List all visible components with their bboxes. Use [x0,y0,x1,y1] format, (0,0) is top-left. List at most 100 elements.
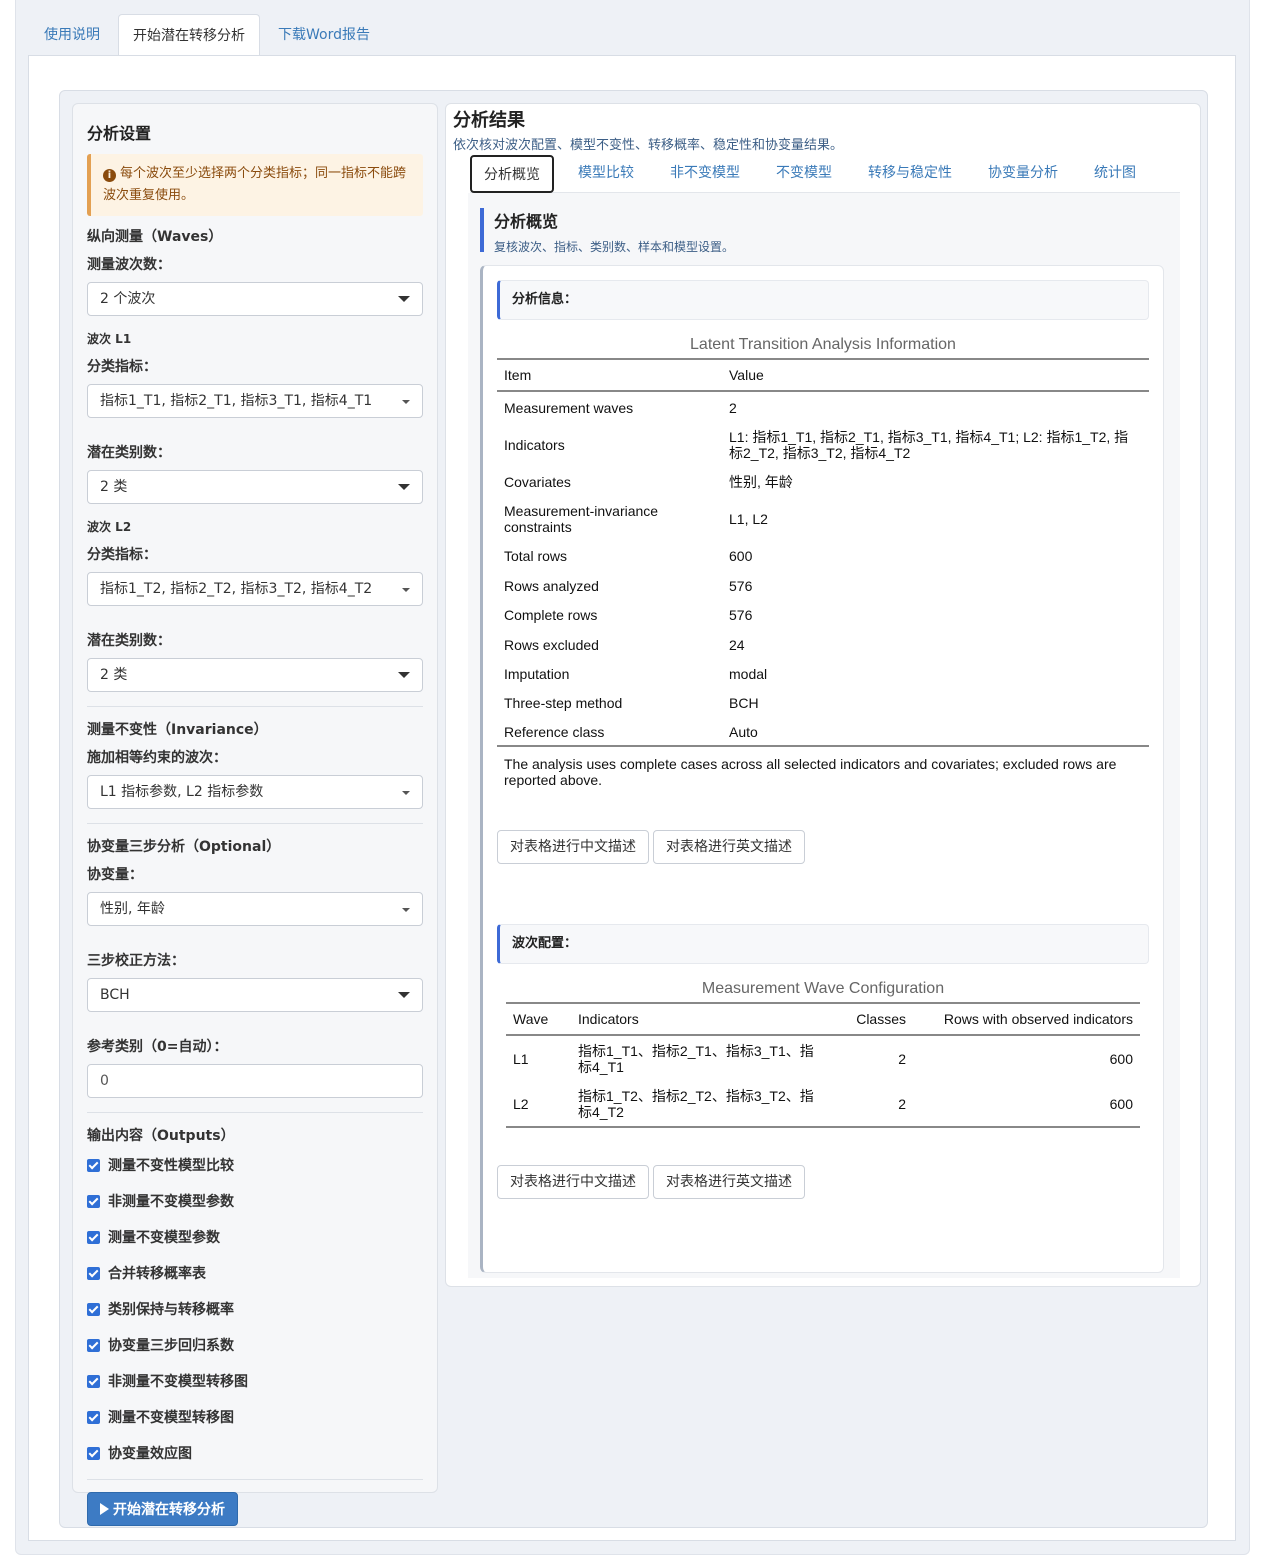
tab-noninvariant-model[interactable]: 非不变模型 [652,155,758,193]
checkbox-checked-icon[interactable] [87,1303,100,1316]
output-checkbox-5[interactable]: 协变量三步回归系数 [87,1335,423,1371]
chevron-down-icon [402,400,410,404]
chevron-down-icon [398,484,410,490]
wave-count-select[interactable]: 2 个波次 [87,282,423,316]
table-cell: L1, L2 [729,511,768,527]
top-tab-bar: 使用说明 开始潜在转移分析 下载Word报告 [30,14,384,56]
tab-model-comparison[interactable]: 模型比较 [560,155,652,193]
table-cell: Total rows [504,548,568,564]
tab-usage[interactable]: 使用说明 [30,14,114,56]
output-label: 非测量不变模型转移图 [108,1374,248,1390]
wave1-classes-label: 潜在类别数： [87,445,171,461]
output-checkbox-2[interactable]: 测量不变模型参数 [87,1227,423,1263]
tab-download-word[interactable]: 下载Word报告 [264,14,384,56]
overview-header: 分析概览 复核波次、指标、类别数、样本和模型设置。 [480,208,1170,254]
column-header: Item [497,358,722,392]
table-cell: 指标1_T1、指标2_T1、指标3_T1、指标4_T1 [578,1042,814,1075]
covariate-section-title: 协变量三步分析（Optional） [87,839,281,855]
table-row: Measurement-invariance constraints L1, L2 [497,497,1149,541]
table-cell: Rows analyzed [504,577,599,594]
wave2-label: 波次 L2 [87,520,132,534]
wave1-label: 波次 L1 [87,332,132,346]
output-checkbox-1[interactable]: 非测量不变模型参数 [87,1191,423,1227]
column-header: Value [722,358,1149,392]
column-header: Classes [833,1002,913,1036]
table-cell: 576 [729,577,753,594]
checkbox-checked-icon[interactable] [87,1267,100,1280]
wave-table: Wave Indicators Classes Rows with observ… [506,1002,1140,1128]
wave-table-caption: Measurement Wave Configuration [701,980,945,997]
tab-invariant-model[interactable]: 不变模型 [758,155,850,193]
table-header-row: Item Value [497,358,1149,392]
table-row: Measurement waves 2 [497,391,1149,423]
wave2-indicators-value: 指标1_T2, 指标2_T2, 指标3_T2, 指标4_T2 [100,581,373,597]
output-label: 非测量不变模型参数 [108,1194,234,1210]
table-cell: Indicators [504,437,565,453]
table-cell: 576 [729,607,753,623]
info-icon: i [103,169,116,182]
tab-overview[interactable]: 分析概览 [470,155,554,193]
method-label: 三步校正方法： [87,953,185,969]
describe-chinese-button[interactable]: 对表格进行中文描述 [497,1165,649,1199]
column-header: Wave [506,1002,571,1036]
table-cell: Auto [722,718,1149,747]
table-cell: BCH [729,695,759,711]
divider [87,823,423,824]
checkbox-checked-icon[interactable] [87,1375,100,1388]
wave2-indicators-select[interactable]: 指标1_T2, 指标2_T2, 指标3_T2, 指标4_T2 [87,572,423,606]
invariance-select[interactable]: L1 指标参数, L2 指标参数 [87,775,423,809]
table-cell: 600 [913,1081,1140,1128]
play-icon [100,1503,109,1515]
checkbox-checked-icon[interactable] [87,1339,100,1352]
checkbox-checked-icon[interactable] [87,1159,100,1172]
chevron-down-icon [398,296,410,302]
table-cell: L1 [513,1050,529,1067]
wave2-classes-value: 2 类 [100,667,128,683]
wave1-classes-select[interactable]: 2 类 [87,470,423,504]
wave-count-value: 2 个波次 [100,291,156,307]
results-subtitle: 依次核对波次配置、模型不变性、转移概率、稳定性和协变量结果。 [453,138,844,153]
output-label: 协变量效应图 [108,1446,192,1462]
results-tabs: 分析概览 模型比较 非不变模型 不变模型 转移与稳定性 协变量分析 统计图 [470,155,1180,193]
describe-english-button[interactable]: 对表格进行英文描述 [653,830,805,864]
divider [87,1112,423,1113]
overview-pane: 分析概览 复核波次、指标、类别数、样本和模型设置。 分析信息： Latent T… [468,193,1180,1278]
waves-section-title: 纵向测量（Waves） [87,229,223,245]
output-checkbox-7[interactable]: 测量不变模型转移图 [87,1407,423,1443]
analysis-panel: 分析设置 i 每个波次至少选择两个分类指标；同一指标不能跨波次重复使用。 纵向测量… [59,90,1208,1528]
describe-chinese-button[interactable]: 对表格进行中文描述 [497,830,649,864]
table-cell: L2 [506,1081,571,1128]
tab-start-analysis[interactable]: 开始潜在转移分析 [118,14,260,56]
results-title: 分析结果 [453,110,525,131]
table-cell: Rows excluded [504,636,599,653]
output-checkbox-8[interactable]: 协变量效应图 [87,1443,423,1479]
tab-plots[interactable]: 统计图 [1076,155,1154,193]
table-cell: 2 [833,1081,913,1128]
run-analysis-button[interactable]: 开始潜在转移分析 [87,1492,238,1526]
checkbox-checked-icon[interactable] [87,1411,100,1424]
output-checkbox-0[interactable]: 测量不变性模型比较 [87,1155,423,1191]
tab-transition-stability[interactable]: 转移与稳定性 [850,155,970,193]
method-select[interactable]: BCH [87,978,423,1012]
checkbox-checked-icon[interactable] [87,1231,100,1244]
wave2-classes-label: 潜在类别数： [87,633,171,649]
covariate-select[interactable]: 性别, 年龄 [87,892,423,926]
output-checkbox-3[interactable]: 合并转移概率表 [87,1263,423,1299]
table-cell: Measurement waves [504,399,634,416]
wave-section-header: 波次配置： [497,924,1149,964]
table-cell: Three-step method [504,695,623,711]
table-cell: 600 [729,548,753,564]
wave2-classes-select[interactable]: 2 类 [87,658,423,692]
chevron-down-icon [398,992,410,998]
wave1-indicators-select[interactable]: 指标1_T1, 指标2_T1, 指标3_T1, 指标4_T1 [87,384,423,418]
table-cell: 性别, 年龄 [729,474,793,490]
output-checkbox-6[interactable]: 非测量不变模型转移图 [87,1371,423,1407]
checkbox-checked-icon[interactable] [87,1195,100,1208]
output-checkbox-4[interactable]: 类别保持与转移概率 [87,1299,423,1335]
describe-english-button[interactable]: 对表格进行英文描述 [653,1165,805,1199]
tab-covariate-analysis[interactable]: 协变量分析 [970,155,1076,193]
reference-input[interactable]: 0 [87,1064,423,1098]
info-section-header: 分析信息： [497,280,1149,320]
table-row: Imputation modal [497,659,1149,688]
checkbox-checked-icon[interactable] [87,1447,100,1460]
